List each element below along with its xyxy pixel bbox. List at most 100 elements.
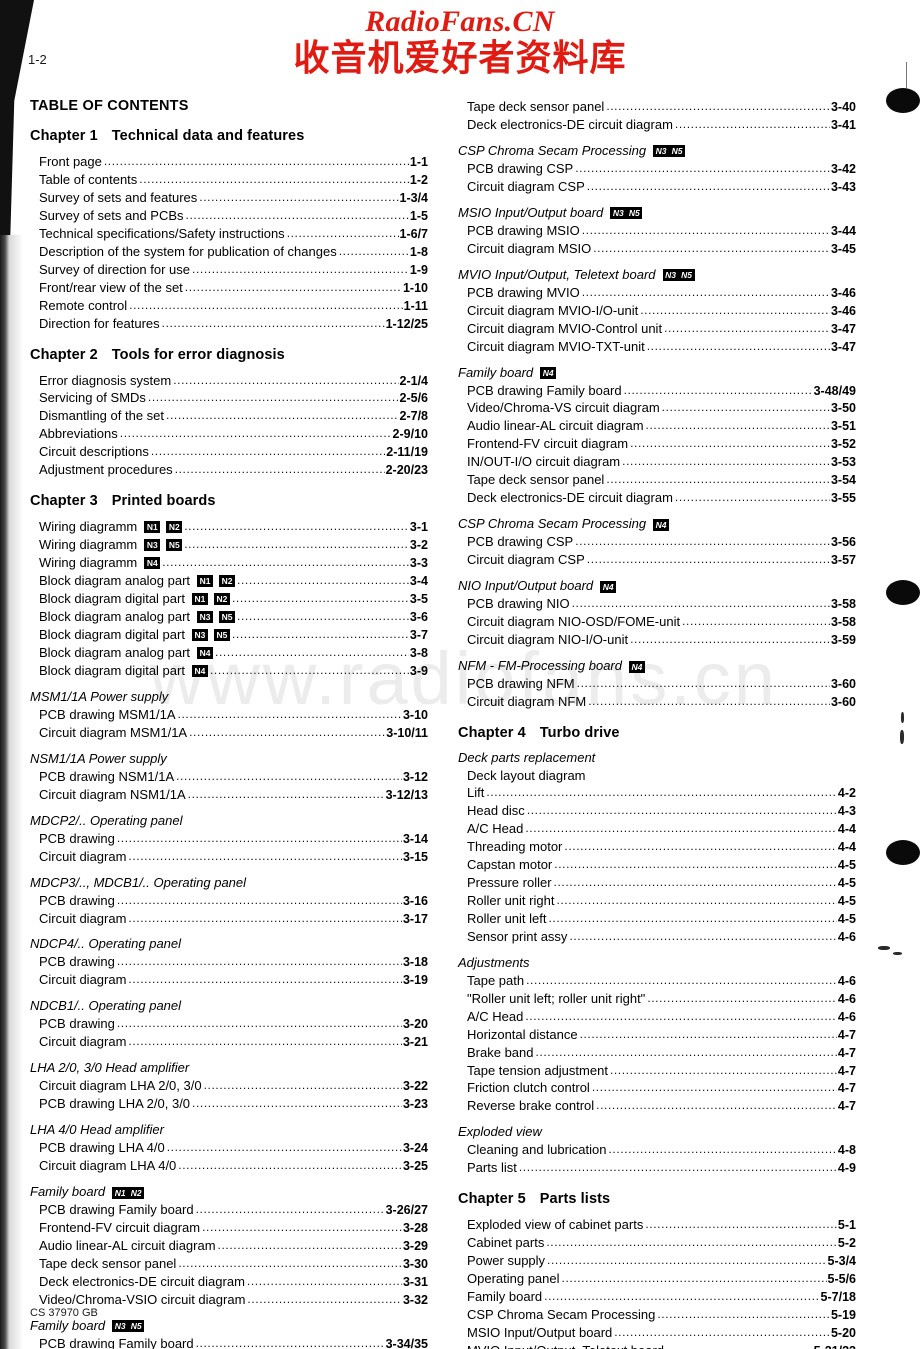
toc-entry[interactable]: Circuit diagram MVIO-Control unit 3-47: [458, 320, 856, 338]
toc-entry[interactable]: Frontend-FV circuit diagram 3-28: [30, 1219, 428, 1237]
toc-entry[interactable]: Threading motor 4-4: [458, 838, 856, 856]
toc-entry[interactable]: Lift 4-2: [458, 784, 856, 802]
toc-entry[interactable]: Dismantling of the set 2-7/8: [30, 407, 428, 425]
toc-entry[interactable]: PCB drawing 3-18: [30, 953, 428, 971]
toc-entry[interactable]: PCB drawing MSM1/1A 3-10: [30, 706, 428, 724]
toc-entry[interactable]: Horizontal distance 4-7: [458, 1026, 856, 1044]
toc-entry[interactable]: Tape tension adjustment 4-7: [458, 1062, 856, 1080]
toc-entry[interactable]: PCB drawing LHA 4/0 3-24: [30, 1139, 428, 1157]
toc-entry[interactable]: CSP Chroma Secam Processing 5-19: [458, 1306, 856, 1324]
toc-entry[interactable]: MSIO Input/Output board 5-20: [458, 1324, 856, 1342]
toc-entry[interactable]: PCB drawing NIO 3-58: [458, 595, 856, 613]
toc-entry[interactable]: Circuit descriptions 2-11/19: [30, 443, 428, 461]
toc-entry[interactable]: Head disc 4-3: [458, 802, 856, 820]
toc-entry[interactable]: Circuit diagram LHA 4/0 3-25: [30, 1157, 428, 1175]
toc-entry[interactable]: PCB drawing Family board 3-34/35: [30, 1335, 428, 1349]
toc-entry[interactable]: Abbreviations 2-9/10: [30, 425, 428, 443]
toc-entry[interactable]: Block diagram digital part N3 N5 3-7: [30, 626, 428, 644]
toc-entry[interactable]: Family board 5-7/18: [458, 1288, 856, 1306]
toc-entry[interactable]: Block diagram analog part N1 N2 3-4: [30, 572, 428, 590]
toc-entry[interactable]: Tape deck sensor panel 3-54: [458, 471, 856, 489]
toc-entry[interactable]: Roller unit left 4-5: [458, 910, 856, 928]
toc-entry[interactable]: Wiring diagramm N4 3-3: [30, 554, 428, 572]
toc-entry[interactable]: Friction clutch control 4-7: [458, 1079, 856, 1097]
toc-entry[interactable]: Cleaning and lubrication 4-8: [458, 1141, 856, 1159]
toc-entry[interactable]: Cabinet parts 5-2: [458, 1234, 856, 1252]
toc-entry[interactable]: PCB drawing MVIO 3-46: [458, 284, 856, 302]
toc-entry[interactable]: Wiring diagramm N1 N2 3-1: [30, 518, 428, 536]
toc-entry[interactable]: Circuit diagram 3-19: [30, 971, 428, 989]
board-group-title: NIO Input/Output board: [458, 578, 594, 594]
toc-entry[interactable]: Deck layout diagram: [458, 767, 856, 784]
toc-entry[interactable]: Deck electronics-DE circuit diagram 3-31: [30, 1273, 428, 1291]
toc-entry[interactable]: "Roller unit left; roller unit right" 4-6: [458, 990, 856, 1008]
toc-entry[interactable]: Circuit diagram NIO-I/O-unit 3-59: [458, 631, 856, 649]
toc-entry[interactable]: Circuit diagram LHA 2/0, 3/0 3-22: [30, 1077, 428, 1095]
toc-entry[interactable]: Tape path 4-6: [458, 972, 856, 990]
toc-entry[interactable]: Circuit diagram 3-21: [30, 1033, 428, 1051]
toc-entry[interactable]: Circuit diagram 3-17: [30, 910, 428, 928]
toc-entry[interactable]: Video/Chroma-VS circuit diagram 3-50: [458, 399, 856, 417]
toc-entry[interactable]: Survey of sets and PCBs 1-5: [30, 207, 428, 225]
toc-entry[interactable]: Operating panel 5-5/6: [458, 1270, 856, 1288]
toc-entry[interactable]: Block diagram analog part N4 3-8: [30, 644, 428, 662]
toc-entry[interactable]: Direction for features 1-12/25: [30, 315, 428, 333]
toc-entry[interactable]: Circuit diagram MVIO-I/O-unit 3-46: [458, 302, 856, 320]
toc-entry[interactable]: Adjustment procedures 2-20/23: [30, 461, 428, 479]
toc-entry[interactable]: Deck electronics-DE circuit diagram 3-55: [458, 489, 856, 507]
toc-entry[interactable]: Frontend-FV circuit diagram 3-52: [458, 435, 856, 453]
toc-entry[interactable]: Front page 1-1: [30, 153, 428, 171]
toc-entry[interactable]: PCB drawing NSM1/1A 3-12: [30, 768, 428, 786]
toc-entry[interactable]: Circuit diagram NIO-OSD/FOME-unit 3-58: [458, 613, 856, 631]
toc-entry[interactable]: PCB drawing CSP 3-42: [458, 160, 856, 178]
toc-entry[interactable]: PCB drawing 3-14: [30, 830, 428, 848]
toc-entry[interactable]: Deck electronics-DE circuit diagram 3-41: [458, 116, 856, 134]
toc-entry[interactable]: Tape deck sensor panel 3-40: [458, 98, 856, 116]
toc-entry[interactable]: Remote control 1-11: [30, 297, 428, 315]
toc-entry[interactable]: PCB drawing MSIO 3-44: [458, 222, 856, 240]
toc-entry[interactable]: Circuit diagram NSM1/1A 3-12/13: [30, 786, 428, 804]
toc-entry[interactable]: PCB drawing 3-16: [30, 892, 428, 910]
toc-entry[interactable]: PCB drawing 3-20: [30, 1015, 428, 1033]
toc-entry[interactable]: Audio linear-AL circuit diagram 3-29: [30, 1237, 428, 1255]
toc-entry[interactable]: PCB drawing LHA 2/0, 3/0 3-23: [30, 1095, 428, 1113]
toc-entry[interactable]: Tape deck sensor panel 3-30: [30, 1255, 428, 1273]
toc-entry[interactable]: Circuit diagram 3-15: [30, 848, 428, 866]
toc-entry[interactable]: Wiring diagramm N3 N5 3-2: [30, 536, 428, 554]
toc-entry[interactable]: Pressure roller 4-5: [458, 874, 856, 892]
toc-entry[interactable]: Front/rear view of the set 1-10: [30, 279, 428, 297]
toc-entry[interactable]: Circuit diagram CSP 3-43: [458, 178, 856, 196]
toc-entry[interactable]: Roller unit right 4-5: [458, 892, 856, 910]
toc-entry[interactable]: Block diagram digital part N1 N2 3-5: [30, 590, 428, 608]
toc-entry[interactable]: PCB drawing CSP 3-56: [458, 533, 856, 551]
toc-entry[interactable]: PCB drawing Family board 3-48/49: [458, 382, 856, 400]
toc-entry[interactable]: Circuit diagram MSM1/1A 3-10/11: [30, 724, 428, 742]
toc-entry[interactable]: IN/OUT-I/O circuit diagram 3-53: [458, 453, 856, 471]
toc-entry[interactable]: Parts list 4-9: [458, 1159, 856, 1177]
toc-entry[interactable]: Description of the system for publicatio…: [30, 243, 428, 261]
toc-entry[interactable]: Block diagram analog part N3 N5 3-6: [30, 608, 428, 626]
toc-entry[interactable]: A/C Head 4-4: [458, 820, 856, 838]
toc-entry[interactable]: Circuit diagram MVIO-TXT-unit 3-47: [458, 338, 856, 356]
toc-entry[interactable]: Capstan motor 4-5: [458, 856, 856, 874]
toc-entry[interactable]: A/C Head 4-6: [458, 1008, 856, 1026]
toc-entry[interactable]: Sensor print assy 4-6: [458, 928, 856, 946]
toc-entry[interactable]: Circuit diagram MSIO 3-45: [458, 240, 856, 258]
toc-entry[interactable]: Circuit diagram CSP 3-57: [458, 551, 856, 569]
toc-entry[interactable]: Audio linear-AL circuit diagram 3-51: [458, 417, 856, 435]
toc-entry[interactable]: PCB drawing NFM 3-60: [458, 675, 856, 693]
toc-entry[interactable]: Survey of sets and features 1-3/4: [30, 189, 428, 207]
toc-entry[interactable]: MVIO Input/Output, Teletext board 5-21/22: [458, 1342, 856, 1349]
toc-entry[interactable]: Exploded view of cabinet parts 5-1: [458, 1216, 856, 1234]
toc-entry[interactable]: Servicing of SMDs 2-5/6: [30, 389, 428, 407]
toc-entry[interactable]: Survey of direction for use 1-9: [30, 261, 428, 279]
toc-entry[interactable]: PCB drawing Family board 3-26/27: [30, 1201, 428, 1219]
toc-entry[interactable]: Reverse brake control 4-7: [458, 1097, 856, 1115]
toc-entry[interactable]: Circuit diagram NFM 3-60: [458, 693, 856, 711]
toc-entry[interactable]: Technical specifications/Safety instruct…: [30, 225, 428, 243]
toc-entry[interactable]: Block diagram digital part N4 3-9: [30, 662, 428, 680]
toc-entry[interactable]: Table of contents 1-2: [30, 171, 428, 189]
toc-entry[interactable]: Brake band 4-7: [458, 1044, 856, 1062]
toc-entry[interactable]: Error diagnosis system 2-1/4: [30, 372, 428, 390]
toc-entry[interactable]: Power supply 5-3/4: [458, 1252, 856, 1270]
